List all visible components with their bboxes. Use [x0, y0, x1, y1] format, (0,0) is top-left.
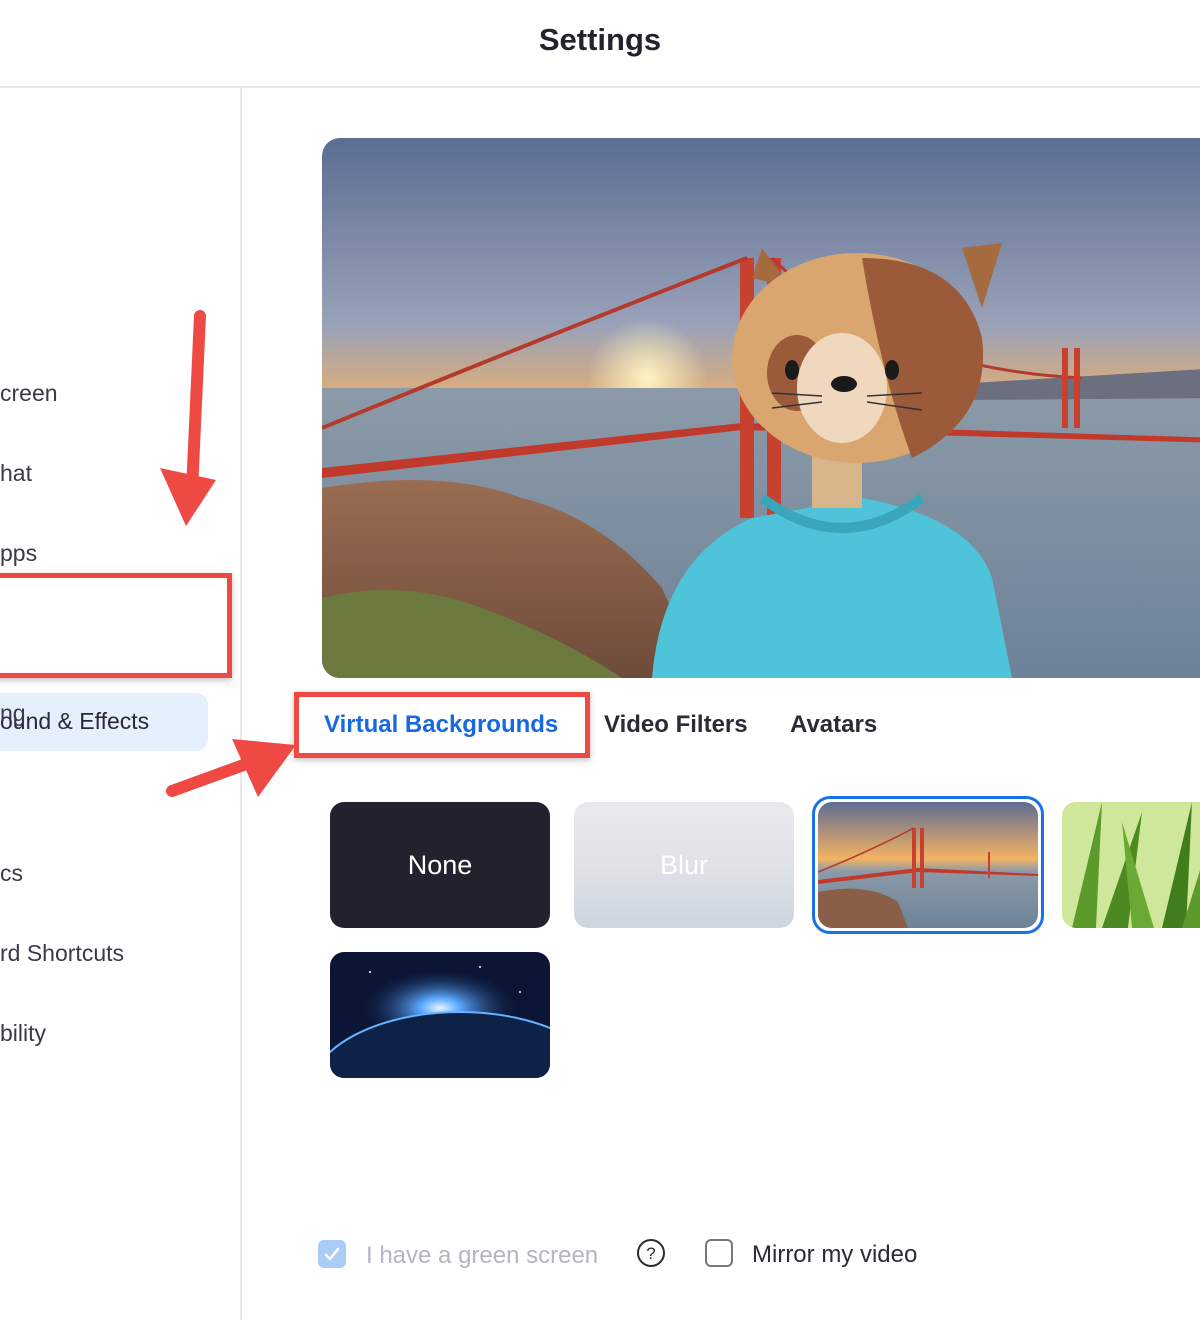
sidebar-item-keyboard-shortcuts[interactable]: rd Shortcuts [0, 940, 124, 967]
window-title: Settings [538, 22, 662, 57]
preview-image [322, 138, 1200, 678]
check-icon [324, 1247, 340, 1261]
mirror-video-checkbox[interactable] [705, 1239, 733, 1267]
background-grass[interactable] [1062, 802, 1200, 928]
background-none-label: None [407, 849, 473, 880]
title-bar: Settings [0, 0, 1200, 88]
sidebar-item-share-screen[interactable]: creen [0, 380, 58, 407]
background-earth[interactable] [330, 952, 550, 1078]
sidebar-item-accessibility[interactable]: bility [0, 1020, 46, 1047]
svg-text:?: ? [646, 1244, 655, 1263]
settings-sidebar: creen hat pps ound & Effects ng cs rd Sh… [0, 88, 242, 1320]
golden-gate-thumbnail [818, 802, 1038, 928]
help-icon[interactable]: ? [636, 1238, 666, 1268]
background-blur-label: Blur [659, 849, 708, 880]
tab-avatars[interactable]: Avatars [790, 711, 877, 739]
mirror-video-label: Mirror my video [752, 1241, 918, 1268]
green-screen-checkbox[interactable] [318, 1240, 346, 1268]
highlight-box-sidebar [0, 573, 232, 678]
sidebar-item-statistics[interactable]: cs [0, 860, 23, 887]
video-preview [322, 138, 1200, 678]
background-none[interactable]: None [330, 802, 550, 928]
highlight-box-tab [294, 692, 590, 758]
sidebar-item-apps[interactable]: pps [0, 540, 37, 567]
background-golden-gate[interactable] [818, 802, 1038, 928]
sidebar-item-chat[interactable]: hat [0, 460, 32, 487]
annotation-arrow-diagonal-icon [166, 739, 296, 797]
earth-thumbnail [330, 952, 550, 1078]
grass-thumbnail [1062, 802, 1200, 928]
annotation-arrow-down-icon [160, 310, 216, 526]
green-screen-label: I have a green screen [366, 1242, 599, 1269]
background-blur[interactable]: Blur [574, 802, 794, 928]
tab-video-filters[interactable]: Video Filters [604, 711, 748, 739]
sidebar-item-recording[interactable]: ng [0, 700, 26, 727]
